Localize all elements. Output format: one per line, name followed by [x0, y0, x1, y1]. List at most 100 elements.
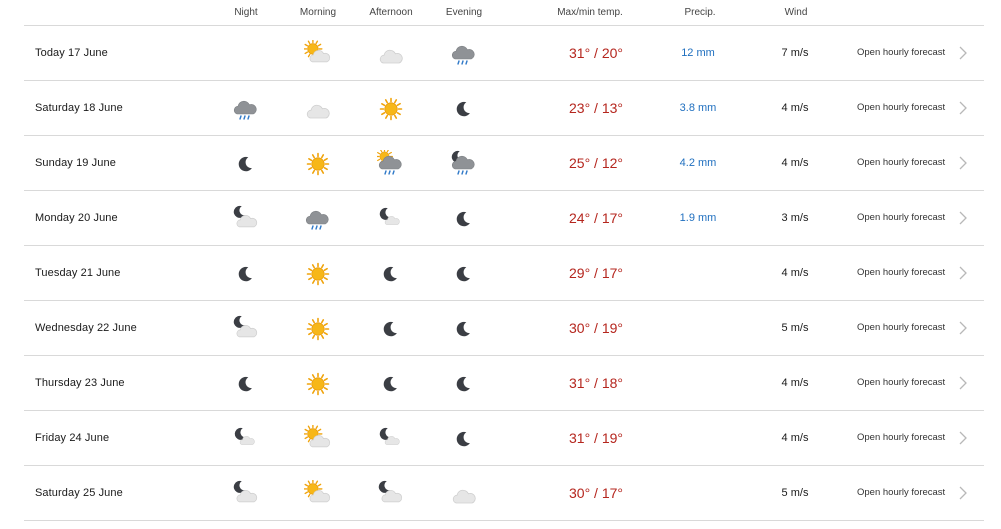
- chevron-right-icon[interactable]: [958, 156, 968, 170]
- day-name: Today 17 June: [35, 47, 108, 59]
- sun-icon: [304, 370, 332, 398]
- cloud-rain-dark-icon: [304, 205, 332, 233]
- precipitation: 4.2 mm: [679, 157, 717, 169]
- open-hourly-forecast-link[interactable]: Open hourly forecast: [857, 102, 945, 113]
- wind-speed: 7 m/s: [781, 47, 809, 59]
- forecast-table: Night Morning Afternoon Evening Max/min …: [24, 0, 984, 521]
- wind-speed: 4 m/s: [781, 102, 809, 114]
- cloud-icon: [377, 40, 405, 68]
- day-name: Monday 20 June: [35, 212, 118, 224]
- open-hourly-forecast-link[interactable]: Open hourly forecast: [857, 322, 945, 333]
- wind-speed: 4 m/s: [781, 377, 809, 389]
- sun-icon: [304, 315, 332, 343]
- header-night: Night: [234, 7, 258, 18]
- moon-cloud-rain-icon: [450, 150, 478, 178]
- cloud-icon: [450, 480, 478, 508]
- day-row[interactable]: Saturday 25 June 30° / 17° 5 m/s Open hourl…: [24, 466, 984, 521]
- max-min-temp: 24° / 17°: [568, 210, 624, 226]
- open-hourly-forecast-link[interactable]: Open hourly forecast: [857, 487, 945, 498]
- day-row[interactable]: Thursday 23 June 31° / 18° 4 m/s Open hourl…: [24, 356, 984, 411]
- moon-icon: [450, 95, 478, 123]
- chevron-right-icon[interactable]: [958, 101, 968, 115]
- chevron-right-icon[interactable]: [958, 431, 968, 445]
- max-min-temp: 31° / 18°: [568, 375, 624, 391]
- moon-icon: [450, 260, 478, 288]
- moon-small-cloud-icon: [377, 425, 405, 453]
- sun-icon: [304, 260, 332, 288]
- max-min-temp: 29° / 17°: [568, 265, 624, 281]
- day-row[interactable]: Friday 24 June 31° / 19° 4 m/s Open hourly …: [24, 411, 984, 466]
- day-name: Wednesday 22 June: [35, 322, 137, 334]
- precipitation: 3.8 mm: [679, 102, 717, 114]
- moon-icon: [450, 370, 478, 398]
- day-name: Saturday 25 June: [35, 487, 123, 499]
- moon-icon: [377, 370, 405, 398]
- sun-cloud-icon: [304, 480, 332, 508]
- wind-speed: 5 m/s: [781, 322, 809, 334]
- moon-icon: [232, 150, 260, 178]
- moon-icon: [450, 205, 478, 233]
- open-hourly-forecast-link[interactable]: Open hourly forecast: [857, 212, 945, 223]
- wind-speed: 5 m/s: [781, 487, 809, 499]
- header-evening: Evening: [445, 7, 483, 18]
- day-row[interactable]: Sunday 19 June 25° / 12° 4.2 mm 4 m/s Open h…: [24, 136, 984, 191]
- moon-cloud-icon: [232, 480, 260, 508]
- chevron-right-icon[interactable]: [958, 486, 968, 500]
- header-temp: Max/min temp.: [557, 7, 623, 18]
- header-morning: Morning: [299, 7, 337, 18]
- day-name: Tuesday 21 June: [35, 267, 121, 279]
- wind-speed: 4 m/s: [781, 157, 809, 169]
- header-precip: Precip.: [684, 7, 716, 18]
- open-hourly-forecast-link[interactable]: Open hourly forecast: [857, 377, 945, 388]
- cloud-rain-dark-icon: [232, 95, 260, 123]
- max-min-temp: 31° / 19°: [568, 430, 624, 446]
- chevron-right-icon[interactable]: [958, 211, 968, 225]
- open-hourly-forecast-link[interactable]: Open hourly forecast: [857, 267, 945, 278]
- max-min-temp: 30° / 17°: [568, 485, 624, 501]
- chevron-right-icon[interactable]: [958, 266, 968, 280]
- wind-speed: 4 m/s: [781, 432, 809, 444]
- day-name: Saturday 18 June: [35, 102, 123, 114]
- max-min-temp: 25° / 12°: [568, 155, 624, 171]
- moon-cloud-icon: [377, 480, 405, 508]
- moon-icon: [232, 370, 260, 398]
- chevron-right-icon[interactable]: [958, 321, 968, 335]
- wind-speed: 4 m/s: [781, 267, 809, 279]
- moon-small-cloud-icon: [377, 205, 405, 233]
- chevron-right-icon[interactable]: [958, 46, 968, 60]
- moon-cloud-icon: [232, 315, 260, 343]
- moon-small-cloud-icon: [232, 425, 260, 453]
- open-hourly-forecast-link[interactable]: Open hourly forecast: [857, 432, 945, 443]
- day-row[interactable]: Wednesday 22 June 30° / 19° 5 m/s Open hour…: [24, 301, 984, 356]
- max-min-temp: 23° / 13°: [568, 100, 624, 116]
- sun-icon: [377, 95, 405, 123]
- table-header: Night Morning Afternoon Evening Max/min …: [24, 0, 984, 26]
- chevron-right-icon[interactable]: [958, 376, 968, 390]
- moon-icon: [450, 315, 478, 343]
- moon-cloud-icon: [232, 205, 260, 233]
- precipitation: 1.9 mm: [679, 212, 717, 224]
- max-min-temp: 30° / 19°: [568, 320, 624, 336]
- day-row[interactable]: Today 17 June 31° / 20° 12 mm 7 m/s Open hou…: [24, 26, 984, 81]
- sun-icon: [304, 150, 332, 178]
- day-row[interactable]: Monday 20 June 24° / 17° 1.9 mm 3 m/s Open h…: [24, 191, 984, 246]
- day-name: Friday 24 June: [35, 432, 110, 444]
- day-row[interactable]: Tuesday 21 June 29° / 17° 4 m/s Open hourly…: [24, 246, 984, 301]
- day-row[interactable]: Saturday 18 June 23° / 13° 3.8 mm 4 m/s Open…: [24, 81, 984, 136]
- day-name: Sunday 19 June: [35, 157, 116, 169]
- moon-icon: [232, 260, 260, 288]
- wind-speed: 3 m/s: [781, 212, 809, 224]
- open-hourly-forecast-link[interactable]: Open hourly forecast: [857, 47, 945, 58]
- header-wind: Wind: [784, 7, 808, 18]
- moon-icon: [377, 260, 405, 288]
- max-min-temp: 31° / 20°: [568, 45, 624, 61]
- cloud-rain-dark-icon: [450, 40, 478, 68]
- moon-icon: [377, 315, 405, 343]
- sun-cloud-icon: [304, 40, 332, 68]
- cloud-icon: [304, 95, 332, 123]
- day-name: Thursday 23 June: [35, 377, 125, 389]
- moon-icon: [450, 425, 478, 453]
- header-afternoon: Afternoon: [369, 7, 413, 18]
- precipitation: 12 mm: [681, 47, 715, 59]
- open-hourly-forecast-link[interactable]: Open hourly forecast: [857, 157, 945, 168]
